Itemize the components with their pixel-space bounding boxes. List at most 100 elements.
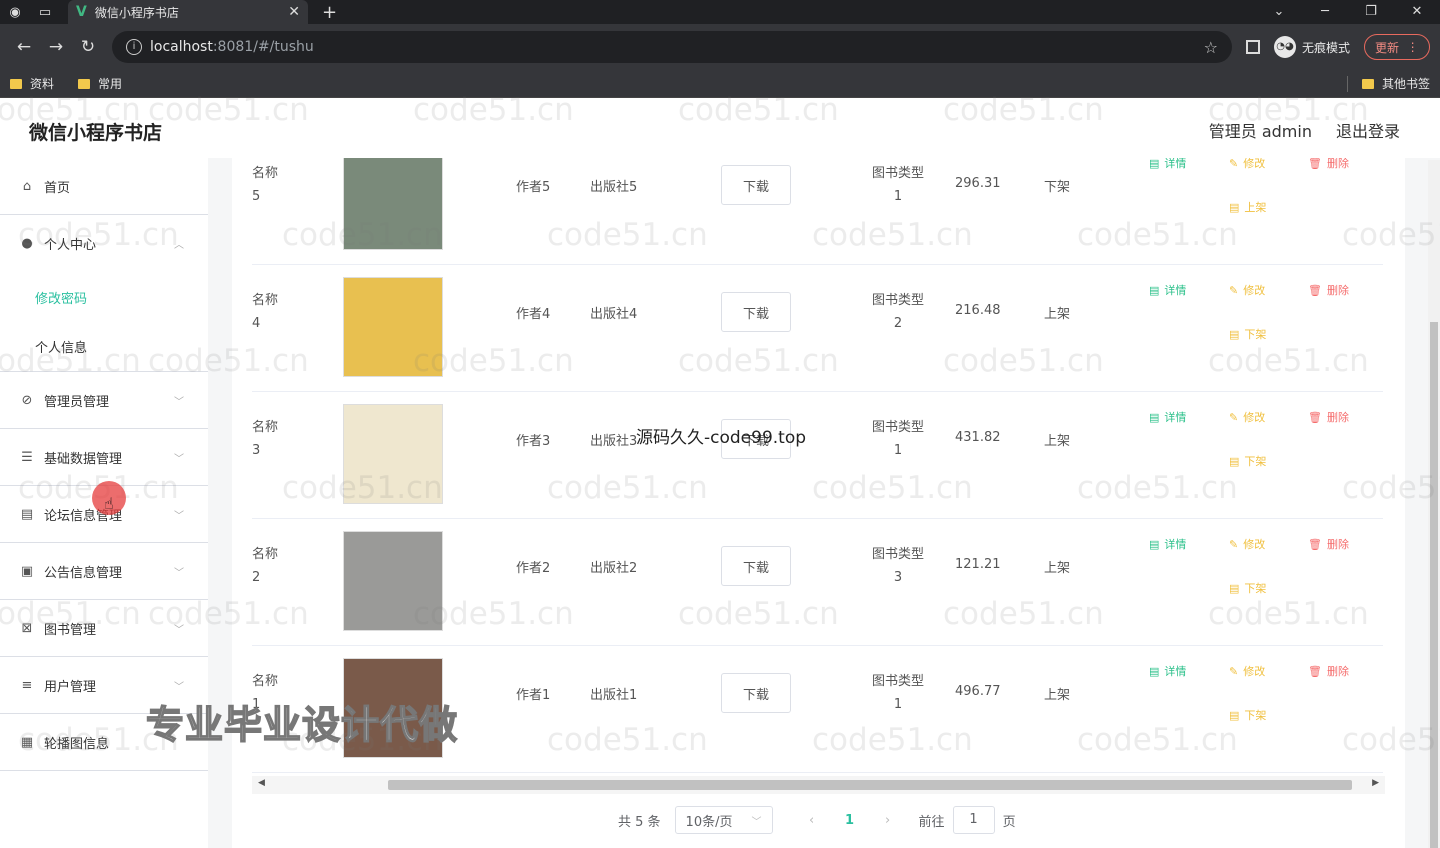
horizontal-scrollbar[interactable]: ◀ ▶ — [252, 776, 1385, 794]
globe-icon[interactable]: ◉ — [0, 0, 30, 24]
chevron-up-icon: ︿ — [174, 240, 184, 251]
scrollbar-thumb[interactable] — [388, 780, 1352, 790]
address-bar: ← → ↻ i localhost:8081/#/tushu ☆ ◔◕ 无痕模式… — [0, 24, 1440, 70]
shelf-toggle-button[interactable]: ▤ 上架 — [1229, 199, 1266, 215]
delete-button[interactable]: 🗑 删除 — [1308, 663, 1349, 679]
detail-button[interactable]: ▤ 详情 — [1149, 663, 1186, 679]
shelf-toggle-button[interactable]: ▤ 下架 — [1229, 707, 1266, 723]
delete-button[interactable]: 🗑 删除 — [1308, 409, 1349, 425]
download-button[interactable]: 下载 — [721, 673, 791, 713]
close-icon[interactable]: ✕ — [288, 4, 300, 20]
next-page-icon[interactable]: › — [869, 813, 907, 828]
book-status: 上架 — [1044, 434, 1071, 449]
logout-link[interactable]: 退出登录 — [1336, 118, 1400, 142]
chevron-down-icon[interactable]: ⌄ — [1256, 0, 1302, 24]
sidebar-sub-personal-info[interactable]: 个人信息 — [0, 322, 208, 372]
new-tab-icon[interactable]: + — [322, 2, 337, 23]
shelf-toggle-button[interactable]: ▤ 下架 — [1229, 580, 1266, 596]
pencil-icon: ✎ — [1229, 410, 1239, 424]
book-table: 名称5 作者5 出版社5 下载 图书类型1 296.31 下架 ▤ 详情 ✎ 修改 🗑 删除 ▤ 上架 名称4… — [252, 158, 1383, 776]
shelf-icon: ▤ — [1229, 327, 1240, 341]
edit-button[interactable]: ✎ 修改 — [1229, 409, 1265, 425]
download-button[interactable]: 下载 — [721, 546, 791, 586]
minimize-icon[interactable]: ─ — [1302, 0, 1348, 24]
home-icon: ⌂ — [22, 178, 32, 194]
side-panel-icon[interactable] — [1246, 40, 1260, 54]
download-button[interactable]: 下载 — [721, 165, 791, 205]
sidebar-item-admin[interactable]: ⊘ 管理员管理 ﹀ — [0, 372, 208, 429]
delete-button[interactable]: 🗑 删除 — [1308, 536, 1349, 552]
scroll-right-icon[interactable]: ▶ — [1372, 778, 1379, 788]
tab-strip-icon[interactable]: ▭ — [30, 0, 60, 24]
star-icon[interactable]: ☆ — [1204, 38, 1218, 57]
pencil-icon: ✎ — [1229, 158, 1239, 170]
book-cover-image[interactable] — [343, 158, 443, 250]
delete-button[interactable]: 🗑 删除 — [1308, 282, 1349, 298]
browser-tab[interactable]: V 微信小程序书店 ✕ — [68, 0, 308, 24]
page-number[interactable]: 1 — [831, 813, 869, 828]
forum-icon: ▤ — [20, 506, 34, 522]
table-row: 名称4 作者4 出版社4 下载 图书类型2 216.48 上架 ▤ 详情 ✎ 修改 🗑 删除 ▤ 下架 — [252, 265, 1383, 392]
bookmark-folder[interactable]: 资料 — [10, 75, 54, 92]
restore-icon[interactable]: ❐ — [1348, 0, 1394, 24]
scrollbar-thumb[interactable] — [1430, 322, 1438, 848]
forward-icon[interactable]: → — [40, 37, 72, 57]
other-bookmarks[interactable]: 其他书签 — [1361, 75, 1430, 92]
incognito-icon[interactable]: ◔◕ — [1274, 36, 1296, 58]
bookmark-folder[interactable]: 常用 — [78, 75, 122, 92]
chevron-down-icon: ﹀ — [751, 816, 762, 828]
book-cover-image[interactable] — [343, 404, 443, 504]
sidebar-item-notice[interactable]: ▣ 公告信息管理 ﹀ — [0, 543, 208, 600]
page-size-select[interactable]: 10条/页 ﹀ — [674, 806, 773, 834]
sidebar-item-home[interactable]: ⌂ 首页 — [0, 158, 208, 215]
shelf-toggle-button[interactable]: ▤ 下架 — [1229, 453, 1266, 469]
book-publisher: 出版社5 — [590, 180, 638, 195]
url-input[interactable]: i localhost:8081/#/tushu ☆ — [112, 31, 1232, 63]
trash-icon: 🗑 — [1308, 283, 1322, 297]
detail-button[interactable]: ▤ 详情 — [1149, 409, 1186, 425]
folder-icon — [1361, 78, 1374, 89]
close-window-icon[interactable]: ✕ — [1394, 0, 1440, 24]
book-price: 216.48 — [955, 303, 1001, 318]
pencil-icon: ✎ — [1229, 664, 1239, 678]
pencil-icon: ✎ — [1229, 283, 1239, 297]
bookmarks-bar: 资料 常用 其他书签 — [0, 70, 1440, 98]
page-scrollbar[interactable] — [1428, 160, 1440, 848]
info-icon[interactable]: i — [126, 39, 142, 55]
book-name: 名称2 — [252, 547, 279, 585]
detail-button[interactable]: ▤ 详情 — [1149, 536, 1186, 552]
edit-button[interactable]: ✎ 修改 — [1229, 663, 1265, 679]
sidebar-sub-change-password[interactable]: 修改密码 — [0, 272, 208, 322]
book-author: 作者3 — [516, 434, 551, 449]
sidebar-item-personal-center[interactable]: ● 个人中心 ︿ — [0, 215, 208, 272]
shelf-toggle-button[interactable]: ▤ 下架 — [1229, 326, 1266, 342]
book-status: 上架 — [1044, 561, 1071, 576]
delete-button[interactable]: 🗑 删除 — [1308, 158, 1349, 171]
detail-button[interactable]: ▤ 详情 — [1149, 158, 1186, 171]
edit-button[interactable]: ✎ 修改 — [1229, 536, 1265, 552]
scroll-left-icon[interactable]: ◀ — [258, 778, 265, 788]
book-type: 图书类型1 — [871, 420, 924, 458]
book-price: 431.82 — [955, 430, 1001, 445]
edit-button[interactable]: ✎ 修改 — [1229, 282, 1265, 298]
incognito-label: 无痕模式 — [1302, 40, 1351, 55]
goto-input[interactable]: 1 — [952, 806, 995, 834]
book-cover-image[interactable] — [343, 277, 443, 377]
table-row: 名称2 作者2 出版社2 下载 图书类型3 121.21 上架 ▤ 详情 ✎ 修改 🗑 删除 ▤ 下架 — [252, 519, 1383, 646]
book-type: 图书类型2 — [871, 293, 924, 331]
list-icon: ≡ — [21, 677, 33, 693]
sidebar-item-books[interactable]: ⊠ 图书管理 ﹀ — [0, 600, 208, 657]
divider — [1347, 75, 1348, 92]
goto-label: 前往 — [918, 814, 945, 830]
url-host: localhost — [150, 39, 213, 55]
detail-button[interactable]: ▤ 详情 — [1149, 282, 1186, 298]
reload-icon[interactable]: ↻ — [72, 37, 104, 57]
download-button[interactable]: 下载 — [721, 292, 791, 332]
prev-page-icon[interactable]: ‹ — [793, 813, 831, 828]
sidebar-item-basic-data[interactable]: ☰ 基础数据管理 ﹀ — [0, 429, 208, 486]
update-button[interactable]: 更新 ⋮ — [1364, 34, 1430, 60]
book-cover-image[interactable] — [343, 531, 443, 631]
edit-button[interactable]: ✎ 修改 — [1229, 158, 1265, 171]
back-icon[interactable]: ← — [8, 37, 40, 57]
chevron-down-icon: ﹀ — [174, 681, 184, 693]
